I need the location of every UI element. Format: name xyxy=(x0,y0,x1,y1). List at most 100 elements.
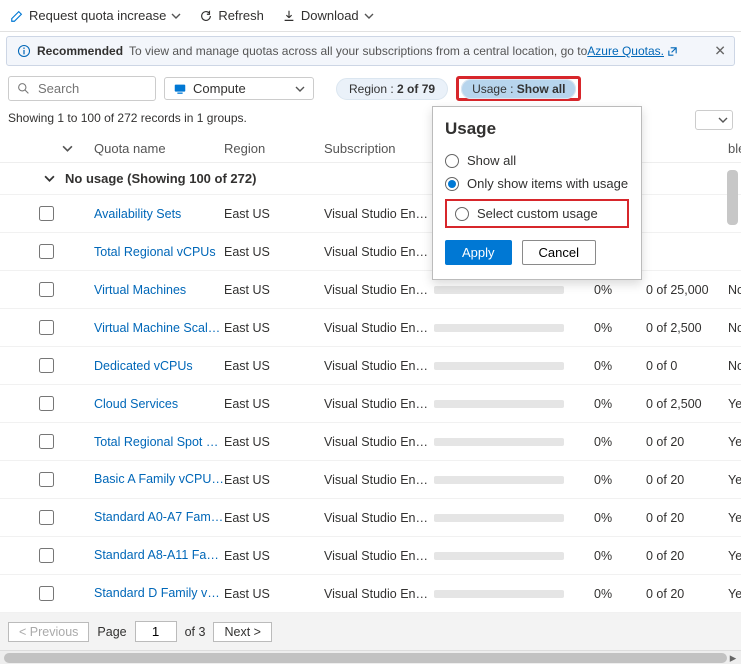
radio-label: Select custom usage xyxy=(477,206,598,221)
radio-label: Show all xyxy=(467,153,516,168)
col-region[interactable]: Region xyxy=(224,141,324,156)
quota-name-link[interactable]: Total Regional Spot vCPUs xyxy=(94,435,224,449)
subscription-cell: Visual Studio En… xyxy=(324,359,434,373)
quota-limit-cell: 0 of 2,500 xyxy=(646,397,728,411)
chevron-down-icon xyxy=(295,84,305,94)
refresh-icon xyxy=(199,9,213,23)
scrollbar-thumb[interactable] xyxy=(4,653,727,663)
table-row: Total Regional Spot vCPUsEast USVisual S… xyxy=(0,423,741,461)
col-quota-name[interactable]: Quota name xyxy=(94,141,224,156)
usage-percent-cell: 0% xyxy=(594,397,646,411)
page-input[interactable] xyxy=(135,621,177,642)
region-cell: East US xyxy=(224,435,324,449)
external-link-icon xyxy=(667,46,678,57)
region-cell: East US xyxy=(224,397,324,411)
radio-icon xyxy=(445,154,459,168)
command-bar: Request quota increase Refresh Download xyxy=(0,0,741,32)
info-icon xyxy=(17,44,31,58)
download-button[interactable]: Download xyxy=(282,8,374,23)
quota-name-link[interactable]: Total Regional vCPUs xyxy=(94,245,224,259)
close-icon[interactable]: ✕ xyxy=(714,43,726,60)
prev-page-button[interactable]: < Previous xyxy=(8,622,89,642)
quota-name-link[interactable]: Standard D Family vC… i xyxy=(94,586,224,601)
subscription-cell: Visual Studio En… xyxy=(324,549,434,563)
group-label: No usage (Showing 100 of 272) xyxy=(65,171,256,186)
row-checkbox[interactable] xyxy=(39,282,54,297)
quota-name-link[interactable]: Cloud Services xyxy=(94,397,224,411)
row-checkbox[interactable] xyxy=(39,396,54,411)
scrollbar-thumb[interactable] xyxy=(727,170,738,225)
chevron-down-icon xyxy=(44,173,55,184)
region-cell: East US xyxy=(224,283,324,297)
quota-name-link[interactable]: Standard A8-A11 Family … i xyxy=(94,548,224,563)
adjustable-cell: Yes xyxy=(728,549,741,563)
request-quota-button[interactable]: Request quota increase xyxy=(10,8,181,23)
col-adjustable[interactable]: ble xyxy=(728,141,741,156)
row-checkbox[interactable] xyxy=(39,586,54,601)
adjustable-cell: Yes xyxy=(728,587,741,601)
quota-name-link[interactable]: Dedicated vCPUs xyxy=(94,359,224,373)
region-cell: East US xyxy=(224,207,324,221)
usage-percent-cell: 0% xyxy=(594,283,646,297)
azure-quotas-link[interactable]: Azure Quotas. xyxy=(587,44,664,58)
row-checkbox[interactable] xyxy=(39,206,54,221)
cancel-button[interactable]: Cancel xyxy=(522,240,596,265)
quota-name-link[interactable]: Virtual Machines xyxy=(94,283,224,297)
usage-percent-cell: 0% xyxy=(594,321,646,335)
column-options-dropdown[interactable] xyxy=(695,110,733,130)
refresh-label: Refresh xyxy=(218,8,264,23)
row-checkbox[interactable] xyxy=(39,472,54,487)
refresh-button[interactable]: Refresh xyxy=(199,8,264,23)
usage-filter-pill[interactable]: Usage : Show all xyxy=(461,79,576,99)
region-pill-value: 2 of 79 xyxy=(397,82,435,96)
region-cell: East US xyxy=(224,359,324,373)
col-subscription[interactable]: Subscription xyxy=(324,141,434,156)
row-checkbox[interactable] xyxy=(39,434,54,449)
next-page-button[interactable]: Next > xyxy=(213,622,271,642)
quota-name-link[interactable]: Standard A0-A7 Famil… i xyxy=(94,510,224,525)
usage-percent-cell: 0% xyxy=(594,549,646,563)
row-checkbox[interactable] xyxy=(39,320,54,335)
row-checkbox[interactable] xyxy=(39,358,54,373)
filter-bar: Compute Region : 2 of 79 Usage : Show al… xyxy=(0,70,741,107)
radio-items-with-usage[interactable]: Only show items with usage xyxy=(445,172,629,195)
request-quota-label: Request quota increase xyxy=(29,8,166,23)
region-cell: East US xyxy=(224,549,324,563)
provider-dropdown[interactable]: Compute xyxy=(164,77,314,100)
chevron-down-icon xyxy=(171,11,181,21)
compute-icon xyxy=(173,82,187,96)
usage-filter-popup: Usage Show all Only show items with usag… xyxy=(432,106,642,280)
radio-show-all[interactable]: Show all xyxy=(445,149,629,172)
row-checkbox[interactable] xyxy=(39,510,54,525)
search-field[interactable] xyxy=(36,80,147,97)
row-checkbox[interactable] xyxy=(39,244,54,259)
usage-pill-value: Show all xyxy=(517,82,566,96)
quota-name-link[interactable]: Availability Sets xyxy=(94,207,224,221)
apply-button[interactable]: Apply xyxy=(445,240,512,265)
usage-pill-label: Usage : xyxy=(472,82,513,96)
quota-name-link[interactable]: Basic A Family vCPUs i xyxy=(94,472,224,487)
row-checkbox[interactable] xyxy=(39,548,54,563)
region-cell: East US xyxy=(224,511,324,525)
vertical-scrollbar[interactable] xyxy=(726,170,739,480)
search-icon xyxy=(17,82,30,95)
horizontal-scrollbar[interactable]: ▸ xyxy=(0,650,741,664)
usage-filter-highlight: Usage : Show all xyxy=(456,76,581,101)
quota-limit-cell: 0 of 20 xyxy=(646,435,728,449)
search-input[interactable] xyxy=(8,76,156,101)
usage-bar xyxy=(434,362,594,370)
usage-bar xyxy=(434,590,594,598)
radio-icon xyxy=(445,177,459,191)
chevron-down-icon[interactable] xyxy=(62,143,73,154)
table-row: Standard D Family vC… iEast USVisual Stu… xyxy=(0,575,741,613)
table-row: Basic A Family vCPUs iEast USVisual Stud… xyxy=(0,461,741,499)
region-cell: East US xyxy=(224,245,324,259)
radio-custom-usage[interactable]: Select custom usage xyxy=(455,206,619,221)
usage-percent-cell: 0% xyxy=(594,359,646,373)
scroll-right-arrow[interactable]: ▸ xyxy=(727,651,739,665)
usage-bar xyxy=(434,438,594,446)
region-filter-pill[interactable]: Region : 2 of 79 xyxy=(336,78,448,100)
subscription-cell: Visual Studio En… xyxy=(324,587,434,601)
radio-icon xyxy=(455,207,469,221)
quota-name-link[interactable]: Virtual Machine Scale Sets xyxy=(94,321,224,335)
